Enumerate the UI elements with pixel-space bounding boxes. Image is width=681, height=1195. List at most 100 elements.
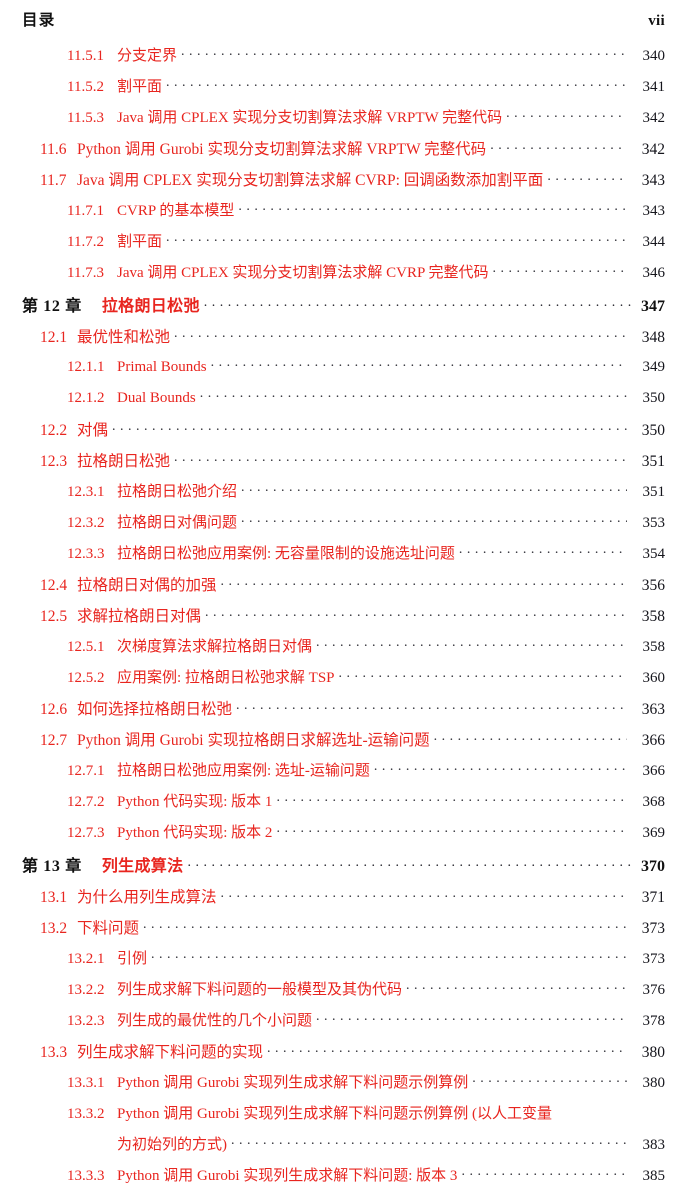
toc-entry-number: 12.4 <box>40 577 68 594</box>
toc-entry-title: CVRP 的基本模型 <box>117 203 235 219</box>
toc-entry-number: 12.7.2 <box>67 794 105 810</box>
toc-leader-dots <box>267 1042 627 1058</box>
toc-entry-title: Python 调用 Gurobi 实现拉格朗日求解选址-运输问题 <box>77 732 430 749</box>
toc-entry-number: 12.7.1 <box>67 763 105 779</box>
toc-leader-dots <box>204 295 631 311</box>
toc-entry-12-1-2[interactable]: 12.1.2 Dual Bounds 350 <box>0 387 681 418</box>
toc-leader-dots <box>174 327 627 343</box>
toc-entry-title: 求解拉格朗日对偶 <box>77 608 202 625</box>
toc-entry-title: 引例 <box>117 951 148 967</box>
toc-entry-page-number: 350 <box>641 422 665 439</box>
toc-entry-11-7[interactable]: 11.7 Java 调用 CPLEX 实现分支切割算法求解 CVRP: 回调函数添… <box>0 168 681 199</box>
toc-entry-11-7-1[interactable]: 11.7.1 CVRP 的基本模型 343 <box>0 199 681 230</box>
toc-leader-dots <box>143 918 627 934</box>
toc-entry-page-number: 342 <box>642 110 666 126</box>
toc-entry-title: 列生成求解下料问题的实现 <box>77 1044 264 1061</box>
toc-entry-12-7-1[interactable]: 12.7.1 拉格朗日松弛应用案例: 选址-运输问题 366 <box>0 759 681 790</box>
toc-entry-page-number: 371 <box>641 889 665 906</box>
toc-entry-12-7[interactable]: 12.7 Python 调用 Gurobi 实现拉格朗日求解选址-运输问题 366 <box>0 728 681 759</box>
toc-entry-number: 13.3.2 <box>67 1106 105 1122</box>
toc-entry-number: 第 12 章 <box>22 298 82 315</box>
toc-entry-12-5-2[interactable]: 12.5.2 应用案例: 拉格朗日松弛求解 TSP 360 <box>0 666 681 697</box>
toc-entry-line-continuation: 为初始列的方式) 383 <box>67 1133 665 1164</box>
toc-entry-12-6[interactable]: 12.6 如何选择拉格朗日松弛 363 <box>0 697 681 728</box>
toc-entry-11-6[interactable]: 11.6 Python 调用 Gurobi 实现分支切割算法求解 VRPTW 完整… <box>0 137 681 168</box>
toc-entry-title-continued: 为初始列的方式) <box>117 1137 227 1153</box>
toc-entry-page-number: 343 <box>642 203 666 219</box>
toc-entry-title: Primal Bounds <box>117 359 207 375</box>
toc-entry-12-3-1[interactable]: 12.3.1 拉格朗日松弛介绍 351 <box>0 480 681 511</box>
toc-entry-13-3-1[interactable]: 13.3.1 Python 调用 Gurobi 实现列生成求解下料问题示例算例 38… <box>0 1071 681 1102</box>
toc-entry-12-3[interactable]: 12.3 拉格朗日松弛 351 <box>0 449 681 480</box>
toc-entry-12-5-1[interactable]: 12.5.1 次梯度算法求解拉格朗日对偶 358 <box>0 635 681 666</box>
toc-entry-11-7-2[interactable]: 11.7.2 割平面 344 <box>0 230 681 261</box>
toc-entry-number: 13.2.2 <box>67 982 105 998</box>
toc-leader-dots <box>174 451 627 467</box>
toc-entry-number: 12.1.1 <box>67 359 105 375</box>
toc-entry-number: 13.2 <box>40 920 68 937</box>
toc-entry-12-1-1[interactable]: 12.1.1 Primal Bounds 349 <box>0 356 681 387</box>
toc-entry-page-number: 380 <box>641 1044 665 1061</box>
toc-leader-dots <box>221 887 627 903</box>
toc-entry-12-4[interactable]: 12.4 拉格朗日对偶的加强 356 <box>0 573 681 604</box>
toc-entry-title: 为什么用列生成算法 <box>77 889 217 906</box>
toc-leader-dots <box>406 979 627 994</box>
toc-entry-13-2[interactable]: 13.2 下料问题 373 <box>0 916 681 947</box>
toc-entry-12-1[interactable]: 12.1 最优性和松弛 348 <box>0 325 681 356</box>
toc-leader-dots <box>236 699 627 715</box>
toc-entry-12-5[interactable]: 12.5 求解拉格朗日对偶 358 <box>0 604 681 635</box>
toc-entry-page-number: 348 <box>641 329 665 346</box>
toc-entry-page-number: 366 <box>641 732 665 749</box>
toc-entry-title: 拉格朗日松弛应用案例: 选址-运输问题 <box>117 763 370 779</box>
toc-entry-12[interactable]: 第 12 章 拉格朗日松弛 347 <box>0 292 681 325</box>
toc-entry-11-5-1[interactable]: 11.5.1 分支定界 340 <box>0 44 681 75</box>
toc-leader-dots <box>276 791 627 806</box>
toc-entry-12-7-2[interactable]: 12.7.2 Python 代码实现: 版本 1 368 <box>0 790 681 821</box>
toc-entry-title: 最优性和松弛 <box>77 329 171 346</box>
toc-entry-number: 13.2.1 <box>67 951 105 967</box>
toc-entry-number: 13.3 <box>40 1044 68 1061</box>
toc-entry-13-2-2[interactable]: 13.2.2 列生成求解下料问题的一般模型及其伪代码 376 <box>0 978 681 1009</box>
toc-entry-11-7-3[interactable]: 11.7.3 Java 调用 CPLEX 实现分支切割算法求解 CVRP 完整代码… <box>0 261 681 292</box>
toc-entry-page-number: 358 <box>642 639 666 655</box>
page-running-header: 目录 vii <box>22 8 665 34</box>
toc-entry-number: 13.2.3 <box>67 1013 105 1029</box>
toc-entry-title: 拉格朗日松弛应用案例: 无容量限制的设施选址问题 <box>117 546 455 562</box>
toc-entry-13[interactable]: 第 13 章 列生成算法 370 <box>0 852 681 885</box>
toc-entry-13-3-3[interactable]: 13.3.3 Python 调用 Gurobi 实现列生成求解下料问题: 版本 3… <box>0 1164 681 1195</box>
toc-entry-number: 11.5.1 <box>67 48 104 64</box>
toc-entry-title: Python 调用 Gurobi 实现列生成求解下料问题: 版本 3 <box>117 1168 458 1184</box>
toc-entry-page-number: 373 <box>642 951 666 967</box>
toc-entry-page-number: 353 <box>642 515 666 531</box>
toc-entry-11-5-2[interactable]: 11.5.2 割平面 341 <box>0 75 681 106</box>
toc-entry-page-number: 376 <box>642 982 666 998</box>
toc-entry-13-3-2[interactable]: 13.3.2 Python 调用 Gurobi 实现列生成求解下料问题示例算例 (… <box>0 1102 681 1164</box>
toc-entry-page-number: 370 <box>641 858 665 875</box>
toc-leader-dots <box>211 356 627 371</box>
toc-entry-title: Dual Bounds <box>117 390 196 406</box>
toc-entry-11-5-3[interactable]: 11.5.3 Java 调用 CPLEX 实现分支切割算法求解 VRPTW 完整代… <box>0 106 681 137</box>
toc-entry-13-3[interactable]: 13.3 列生成求解下料问题的实现 380 <box>0 1040 681 1071</box>
toc-leader-dots <box>187 855 631 871</box>
toc-entry-12-7-3[interactable]: 12.7.3 Python 代码实现: 版本 2 369 <box>0 821 681 852</box>
toc-leader-dots <box>339 667 627 682</box>
toc-entry-page-number: 342 <box>641 141 665 158</box>
toc-entry-title: 拉格朗日松弛 <box>101 298 200 315</box>
toc-entry-page-number: 366 <box>642 763 666 779</box>
toc-entry-number: 12.1 <box>40 329 68 346</box>
toc-entry-page-number: 368 <box>642 794 666 810</box>
toc-entry-13-2-1[interactable]: 13.2.1 引例 373 <box>0 947 681 978</box>
toc-entry-page-number: 340 <box>642 48 666 64</box>
toc-entry-13-2-3[interactable]: 13.2.3 列生成的最优性的几个小问题 378 <box>0 1009 681 1040</box>
toc-leader-dots <box>459 543 627 558</box>
toc-entry-12-3-3[interactable]: 12.3.3 拉格朗日松弛应用案例: 无容量限制的设施选址问题 354 <box>0 542 681 573</box>
toc-entry-line-first: 13.3.2 Python 调用 Gurobi 实现列生成求解下料问题示例算例 (… <box>67 1102 665 1133</box>
toc-entry-number: 12.5.2 <box>67 670 105 686</box>
toc-leader-dots <box>316 636 627 651</box>
toc-entry-12-3-2[interactable]: 12.3.2 拉格朗日对偶问题 353 <box>0 511 681 542</box>
toc-entry-title: 列生成算法 <box>101 858 184 875</box>
toc-entry-13-1[interactable]: 13.1 为什么用列生成算法 371 <box>0 885 681 916</box>
toc-entry-page-number: 344 <box>642 234 666 250</box>
toc-entry-title: Java 调用 CPLEX 实现分支切割算法求解 CVRP 完整代码 <box>117 265 489 281</box>
toc-entry-12-2[interactable]: 12.2 对偶 350 <box>0 418 681 449</box>
